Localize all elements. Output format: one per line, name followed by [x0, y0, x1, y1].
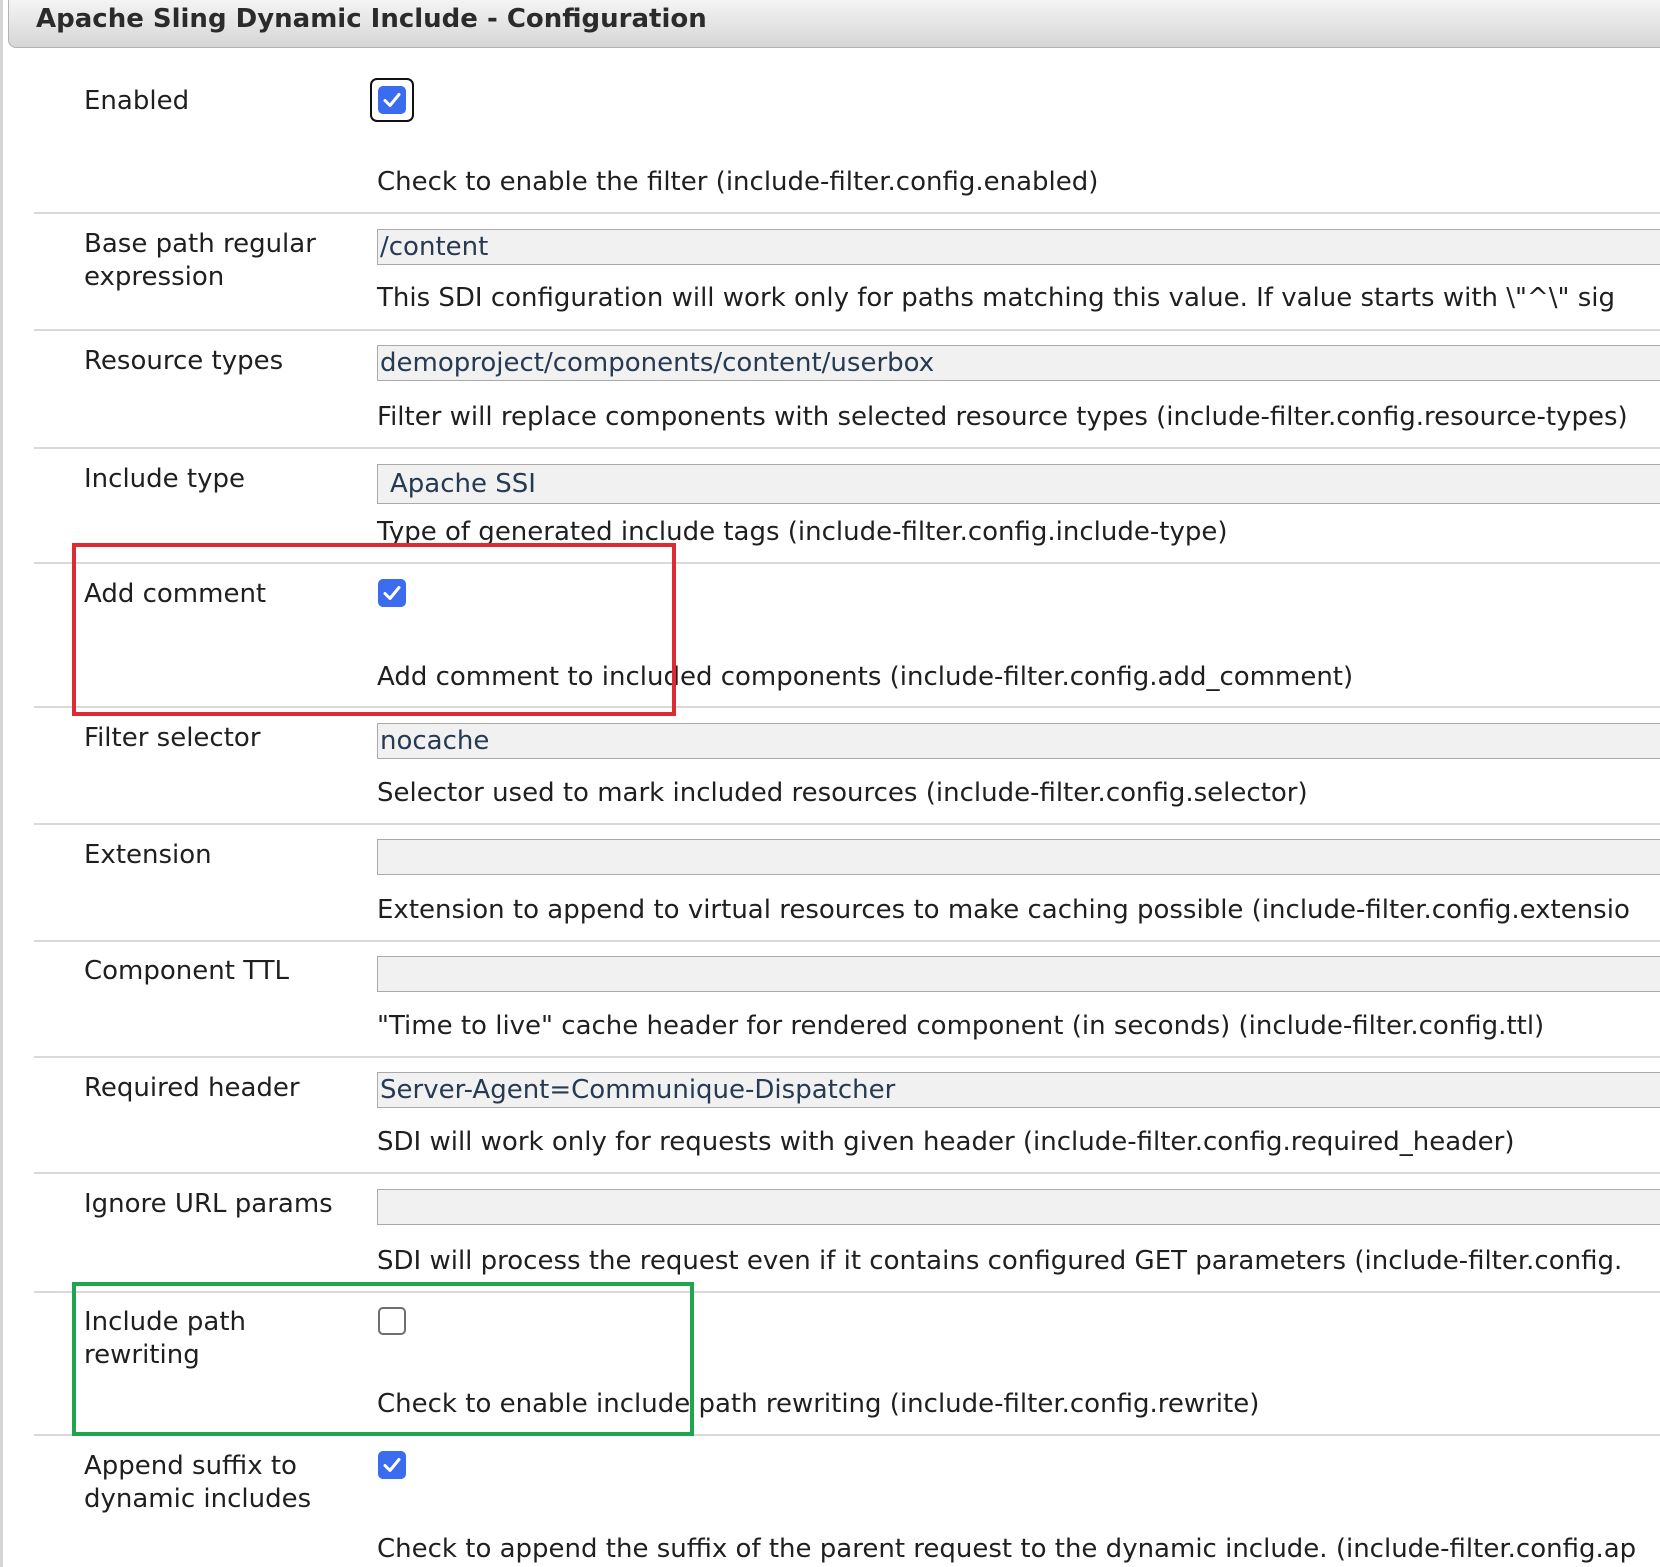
row-separator — [34, 1056, 1660, 1058]
append-suffix-label-line2: dynamic includes — [84, 1484, 312, 1514]
base-path-label-line1: Base path regular — [84, 229, 316, 259]
resource-types-description: Filter will replace components with sele… — [377, 402, 1628, 432]
row-separator — [34, 1291, 1660, 1293]
extension-label: Extension — [84, 840, 212, 870]
resource-types-input[interactable]: demoproject/components/content/userbox — [377, 345, 1660, 381]
include-path-rewriting-label-line1: Include path — [84, 1307, 247, 1337]
extension-description: Extension to append to virtual resources… — [377, 895, 1630, 925]
page-title: Apache Sling Dynamic Include - Configura… — [36, 4, 707, 34]
checkmark-icon — [383, 1458, 401, 1472]
enabled-description: Check to enable the filter (include-filt… — [377, 167, 1099, 197]
filter-selector-description: Selector used to mark included resources… — [377, 778, 1308, 808]
append-suffix-label-line1: Append suffix to — [84, 1451, 297, 1481]
add-comment-checkbox[interactable] — [378, 579, 406, 607]
component-ttl-label: Component TTL — [84, 956, 290, 986]
append-suffix-description: Check to append the suffix of the parent… — [377, 1534, 1637, 1564]
base-path-description: This SDI configuration will work only fo… — [377, 283, 1616, 313]
component-ttl-input[interactable] — [377, 956, 1660, 992]
ignore-url-params-label: Ignore URL params — [84, 1189, 333, 1219]
resource-types-label: Resource types — [84, 346, 284, 376]
include-path-rewriting-label-line2: rewriting — [84, 1340, 200, 1370]
include-type-select[interactable]: Apache SSI — [377, 464, 1660, 504]
add-comment-label: Add comment — [84, 579, 267, 609]
row-separator — [34, 1172, 1660, 1174]
filter-selector-label: Filter selector — [84, 723, 261, 753]
include-type-description: Type of generated include tags (include-… — [377, 517, 1228, 547]
config-titlebar: Apache Sling Dynamic Include - Configura… — [8, 0, 1660, 48]
row-separator — [34, 212, 1660, 214]
enabled-checkbox[interactable] — [378, 86, 406, 114]
checkmark-icon — [383, 586, 401, 600]
row-separator — [34, 562, 1660, 564]
include-path-rewriting-description: Check to enable include path rewriting (… — [377, 1389, 1260, 1419]
add-comment-description: Add comment to included components (incl… — [377, 662, 1354, 692]
left-border — [0, 0, 3, 1567]
row-separator — [34, 823, 1660, 825]
row-separator — [34, 706, 1660, 708]
row-separator — [34, 940, 1660, 942]
row-separator — [34, 1434, 1660, 1436]
include-type-label: Include type — [84, 464, 245, 494]
row-separator — [34, 329, 1660, 331]
base-path-input[interactable]: /content — [377, 229, 1660, 265]
row-separator — [34, 447, 1660, 449]
append-suffix-checkbox[interactable] — [378, 1451, 406, 1479]
filter-selector-input[interactable]: nocache — [377, 723, 1660, 759]
include-path-rewriting-checkbox[interactable] — [378, 1307, 406, 1335]
ignore-url-params-description: SDI will process the request even if it … — [377, 1246, 1623, 1276]
base-path-label-line2: expression — [84, 262, 225, 292]
extension-input[interactable] — [377, 839, 1660, 875]
component-ttl-description: "Time to live" cache header for rendered… — [377, 1011, 1545, 1041]
required-header-input[interactable]: Server-Agent=Communique-Dispatcher — [377, 1072, 1660, 1108]
checkmark-icon — [383, 93, 401, 107]
required-header-label: Required header — [84, 1073, 300, 1103]
ignore-url-params-input[interactable] — [377, 1189, 1660, 1225]
enabled-label: Enabled — [84, 86, 190, 116]
required-header-description: SDI will work only for requests with giv… — [377, 1127, 1515, 1157]
